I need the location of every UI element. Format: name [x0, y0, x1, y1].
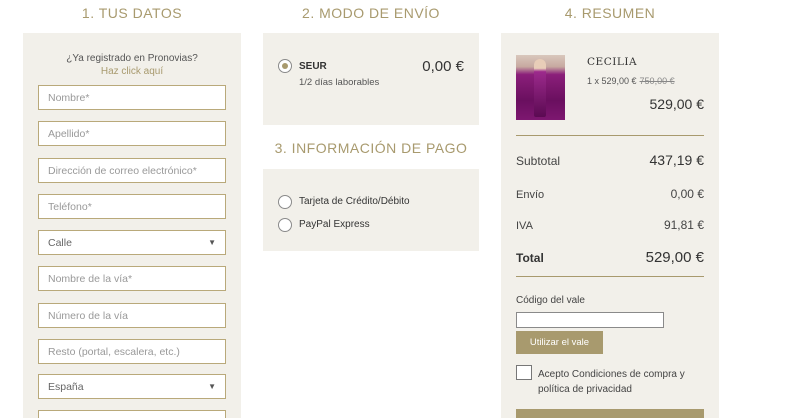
nombre-field[interactable]: Nombre* [38, 85, 226, 110]
total-value: 529,00 € [645, 249, 704, 266]
seur-radio[interactable] [278, 59, 292, 73]
product-total: 529,00 € [649, 96, 705, 112]
coupon-input[interactable] [516, 312, 664, 328]
step-title-pago: 3. INFORMACIÓN DE PAGO [274, 140, 468, 156]
chevron-down-icon: ▼ [208, 382, 216, 391]
telefono-placeholder: Teléfono* [48, 200, 92, 213]
card-payment-label[interactable]: Tarjeta de Crédito/Débito [299, 196, 410, 207]
shipping-price: 0,00 € [422, 58, 464, 75]
calle-selected-value: Calle [48, 236, 72, 249]
iva-row: IVA 91,81 € [516, 218, 704, 232]
subtotal-label: Subtotal [516, 154, 561, 168]
step-title-resumen: 4. RESUMEN [564, 5, 656, 21]
via-numero-placeholder: Número de la vía [48, 309, 128, 322]
divider [516, 135, 704, 136]
apellido-field[interactable]: Apellido* [38, 121, 226, 146]
envio-label: Envío [516, 189, 545, 201]
shipping-days: 1/2 días laborables [299, 77, 380, 88]
paypal-label[interactable]: PayPal Express [299, 219, 370, 230]
shipping-panel: SEUR 1/2 días laborables 0,00 € [263, 33, 479, 125]
product-image [516, 55, 565, 120]
pais-select[interactable]: España ▼ [38, 374, 226, 399]
pais-selected-value: España [48, 380, 84, 393]
product-qty-price: 1 x 529,00 €750,00 € [587, 76, 675, 86]
chevron-down-icon: ▼ [208, 238, 216, 247]
iva-value: 91,81 € [663, 218, 704, 232]
via-nombre-field[interactable]: Nombre de la vía* [38, 266, 226, 291]
paypal-radio[interactable] [278, 218, 292, 232]
resto-field[interactable]: Resto (portal, escalera, etc.) [38, 339, 226, 364]
calle-select[interactable]: Calle ▼ [38, 230, 226, 255]
envio-value: 0,00 € [670, 187, 704, 201]
nombre-placeholder: Nombre* [48, 91, 90, 104]
product-unit-price: 1 x 529,00 € [587, 76, 637, 86]
extra-field[interactable] [38, 410, 226, 418]
summary-panel: CECILIA 1 x 529,00 €750,00 € 529,00 € Su… [501, 33, 719, 418]
telefono-field[interactable]: Teléfono* [38, 194, 226, 219]
resto-placeholder: Resto (portal, escalera, etc.) [48, 345, 180, 358]
iva-label: IVA [516, 220, 533, 232]
coupon-label: Código del vale [516, 295, 585, 306]
shipping-name: SEUR [299, 61, 327, 72]
subtotal-value: 437,19 € [649, 152, 705, 168]
step-title-envio: 2. MODO DE ENVÍO [302, 5, 440, 21]
card-payment-radio[interactable] [278, 195, 292, 209]
place-order-button[interactable] [516, 409, 704, 418]
payment-panel: Tarjeta de Crédito/Débito PayPal Express [263, 169, 479, 251]
step-title-datos: 1. TUS DATOS [81, 5, 183, 21]
product-old-price: 750,00 € [639, 76, 675, 86]
envio-row: Envío 0,00 € [516, 187, 704, 201]
total-row: Total 529,00 € [516, 249, 704, 266]
subtotal-row: Subtotal 437,19 € [516, 152, 704, 168]
apellido-placeholder: Apellido* [48, 127, 90, 140]
terms-label[interactable]: Acepto Condiciones de compra y política … [538, 367, 713, 397]
product-name: CECILIA [587, 56, 638, 68]
divider [516, 276, 704, 277]
terms-checkbox[interactable] [516, 365, 532, 380]
use-coupon-button[interactable]: Utilizar el vale [516, 331, 603, 354]
email-field[interactable]: Dirección de correo electrónico* [38, 158, 226, 183]
registered-question: ¿Ya registrado en Pronovias? [66, 53, 198, 64]
customer-data-panel: ¿Ya registrado en Pronovias? Haz click a… [23, 33, 241, 418]
via-nombre-placeholder: Nombre de la vía* [48, 272, 133, 285]
login-link[interactable]: Haz click aquí [23, 66, 241, 77]
via-numero-field[interactable]: Número de la vía [38, 303, 226, 328]
email-placeholder: Dirección de correo electrónico* [48, 164, 197, 177]
total-label: Total [516, 251, 544, 265]
